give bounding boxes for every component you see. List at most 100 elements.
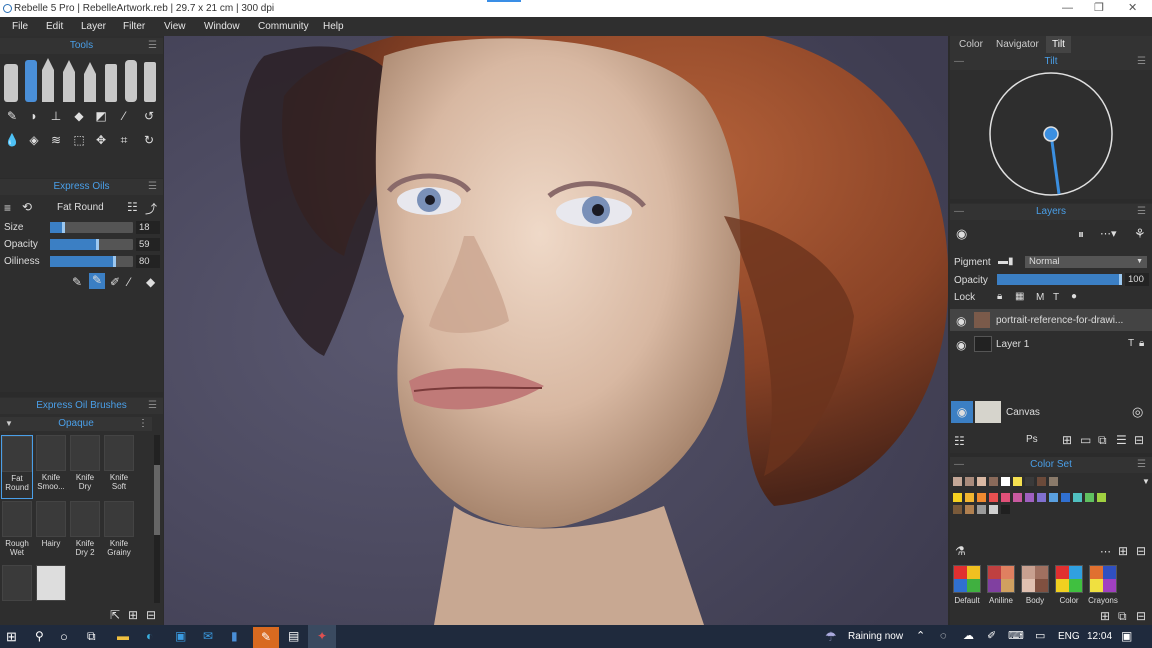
rebelle-app-icon[interactable]: ✎ [253,627,279,648]
color-swatch[interactable] [1001,477,1010,486]
blow-tool-icon[interactable]: ≋ [46,130,66,150]
brush-preset-hairy[interactable]: Hairy [35,501,67,565]
color-swatch[interactable] [977,493,986,502]
menu-help[interactable]: Help [323,17,344,36]
search-icon[interactable]: ⚲ [35,625,44,648]
brush-preset-knife-soft[interactable]: Knife Soft [103,435,135,499]
mail-icon[interactable]: ✉ [203,625,213,648]
color-swatch[interactable] [1085,493,1094,502]
opacity-value[interactable]: 59 [136,238,160,251]
task-view-icon[interactable]: ⧉ [87,625,96,648]
undo-icon[interactable]: ↺ [139,106,159,126]
layers-collapse-icon[interactable]: — [954,204,964,220]
layers-menu-icon[interactable]: ☰ [1137,204,1146,220]
blend-tool-icon[interactable]: ◈ [24,130,44,150]
brush-preset-knife-dry[interactable]: Knife Dry [69,435,101,499]
color-swatch[interactable] [989,477,998,486]
opacity-slider[interactable] [50,239,133,250]
menu-file[interactable]: File [12,17,28,36]
layer-options-icon[interactable]: ☷ [954,434,965,448]
brush-preset-knife-grainy[interactable]: Knife Grainy [103,501,135,565]
tab-navigator[interactable]: Navigator [996,36,1039,53]
color-swatch[interactable] [1025,477,1034,486]
color-swatch[interactable] [953,477,962,486]
lock-tracing-icon[interactable]: T [1053,292,1059,303]
canvas-row[interactable]: ◉ Canvas ◎ [950,401,1152,423]
color-swatch[interactable] [1073,493,1082,502]
store-icon[interactable]: ▣ [175,625,186,648]
edge-icon[interactable]: ◐ [146,625,153,648]
brush-curve-icon[interactable]: ⤴ [145,200,157,217]
colorset-collapse-icon[interactable]: — [954,457,964,473]
redo-icon[interactable]: ↻ [139,130,159,150]
windows-start-icon[interactable]: ⊞ [6,625,17,648]
brush-settings-menu-icon[interactable]: ☰ [148,179,157,195]
color-swatch[interactable] [1061,493,1070,502]
color-swatch[interactable] [1037,493,1046,502]
colorset-item[interactable]: Default [952,565,982,605]
eraser-tool-icon[interactable]: ◆ [69,106,89,126]
size-value[interactable]: 18 [136,221,160,234]
layer-row-layer1[interactable]: ◉ Layer 1 T 🔒︎ [950,333,1152,355]
language-indicator[interactable]: ENG [1058,625,1080,648]
menu-window[interactable]: Window [204,17,240,36]
menu-edit[interactable]: Edit [46,17,63,36]
group-collapse-icon[interactable]: ▼ [5,417,13,431]
blend-mode-select[interactable]: Normal ▼ [1025,256,1147,268]
merge-layer-icon[interactable]: ☰ [1116,433,1127,447]
layer-opacity-slider[interactable] [997,274,1122,285]
color-swatch[interactable] [1025,493,1034,502]
pencil-tool-icon[interactable]: ✎ [2,106,22,126]
import-psd-icon[interactable]: Ps [1026,434,1038,445]
colorset-menu-icon[interactable]: ☰ [1137,457,1146,473]
canvas-eye-icon[interactable]: ◉ [951,401,973,423]
colorset-item[interactable]: Body [1020,565,1050,605]
group-more-icon[interactable]: ⋮ [138,417,148,431]
tab-tilt[interactable]: Tilt [1046,36,1071,53]
new-layer-icon[interactable]: ⊞ [1062,433,1072,447]
size-slider-knob[interactable] [61,222,65,233]
colorset-item[interactable]: Color [1054,565,1084,605]
new-brush-icon[interactable]: ⊞ [128,608,138,622]
size-slider[interactable] [50,222,133,233]
clock[interactable]: 12:04 [1087,625,1112,648]
color-swatch[interactable] [977,477,986,486]
brushes-scrollbar[interactable] [154,435,160,603]
keyboard-icon[interactable]: ⌨ [1008,625,1024,648]
new-group-icon[interactable]: ▭ [1080,433,1091,447]
color-swatch[interactable] [989,493,998,502]
color-swatch[interactable] [953,505,962,514]
lock-icon[interactable]: 🔒︎ [997,291,1002,302]
brush-preset-rough-wet[interactable]: Rough Wet [1,501,33,565]
close-button[interactable]: ✕ [1128,0,1137,17]
brush-properties-icon[interactable]: ☷ [127,200,138,214]
colorset-tools-icon[interactable]: ⚗ [955,544,966,558]
brush-preset-fat-round[interactable]: Fat Round [1,435,33,499]
delete-brush-icon[interactable]: ⊟ [146,608,156,622]
brushes-scroll-thumb[interactable] [154,465,160,535]
color-swatch[interactable] [1013,493,1022,502]
pen-icon[interactable]: ✐ [987,625,996,648]
color-swatch[interactable] [1013,477,1022,486]
erase-mode-icon[interactable]: ◆ [146,275,155,289]
smudge-tool-icon[interactable]: ◗ [24,106,44,126]
oiliness-value[interactable]: 80 [136,255,160,268]
tray-app-icon[interactable]: ◌ [940,625,947,648]
weather-text[interactable]: Raining now [848,625,903,648]
colorset-grid-icon[interactable]: ⋯ [1100,545,1111,558]
color-swatch[interactable] [953,493,962,502]
crop-tool-icon[interactable]: ⌗ [114,130,134,150]
layer-row-portrait[interactable]: ◉ portrait-reference-for-drawi... [950,309,1152,331]
maximize-button[interactable]: ❐ [1094,0,1104,17]
lock-selection-icon[interactable]: ● [1071,291,1077,302]
oiliness-slider[interactable] [50,256,133,267]
pigment-icon[interactable]: ▬▮ [998,256,1014,267]
brush-preset-9[interactable] [1,565,33,603]
colorset-item[interactable]: Aniline [986,565,1016,605]
app-icon-6[interactable]: ▤ [288,625,299,648]
paint-mode-icon[interactable]: ✎ [72,275,82,289]
color-swatch[interactable] [1097,493,1106,502]
tilt-collapse-icon[interactable]: — [954,54,964,70]
color-swatch[interactable] [1049,493,1058,502]
drying-icon[interactable]: ⋯▾ [1100,227,1117,240]
